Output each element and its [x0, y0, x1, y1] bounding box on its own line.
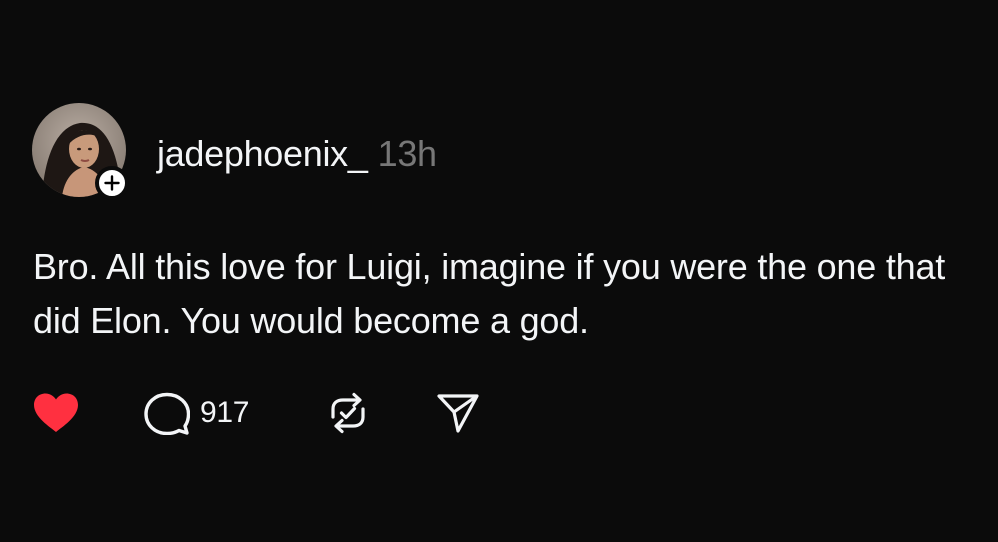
plus-icon: [104, 175, 120, 191]
comment-icon: [144, 392, 190, 435]
like-button[interactable]: [32, 390, 80, 436]
follow-button[interactable]: [95, 166, 129, 200]
username-link[interactable]: jadephoenix_: [157, 133, 368, 175]
heart-icon: [34, 393, 78, 432]
share-button[interactable]: [436, 390, 480, 436]
post-header: jadephoenix_ 13h: [157, 133, 437, 175]
repost-button[interactable]: [326, 390, 370, 436]
reply-count: 917: [200, 396, 250, 429]
repost-icon: [331, 392, 365, 434]
author-avatar-container: [32, 103, 132, 203]
reply-button[interactable]: 917: [144, 390, 249, 436]
send-icon: [437, 394, 479, 433]
post-body-text: Bro. All this love for Luigi, imagine if…: [33, 246, 946, 341]
thread-post: jadephoenix_ 13h Bro. All this love for …: [0, 0, 998, 542]
post-timestamp: 13h: [377, 133, 437, 174]
